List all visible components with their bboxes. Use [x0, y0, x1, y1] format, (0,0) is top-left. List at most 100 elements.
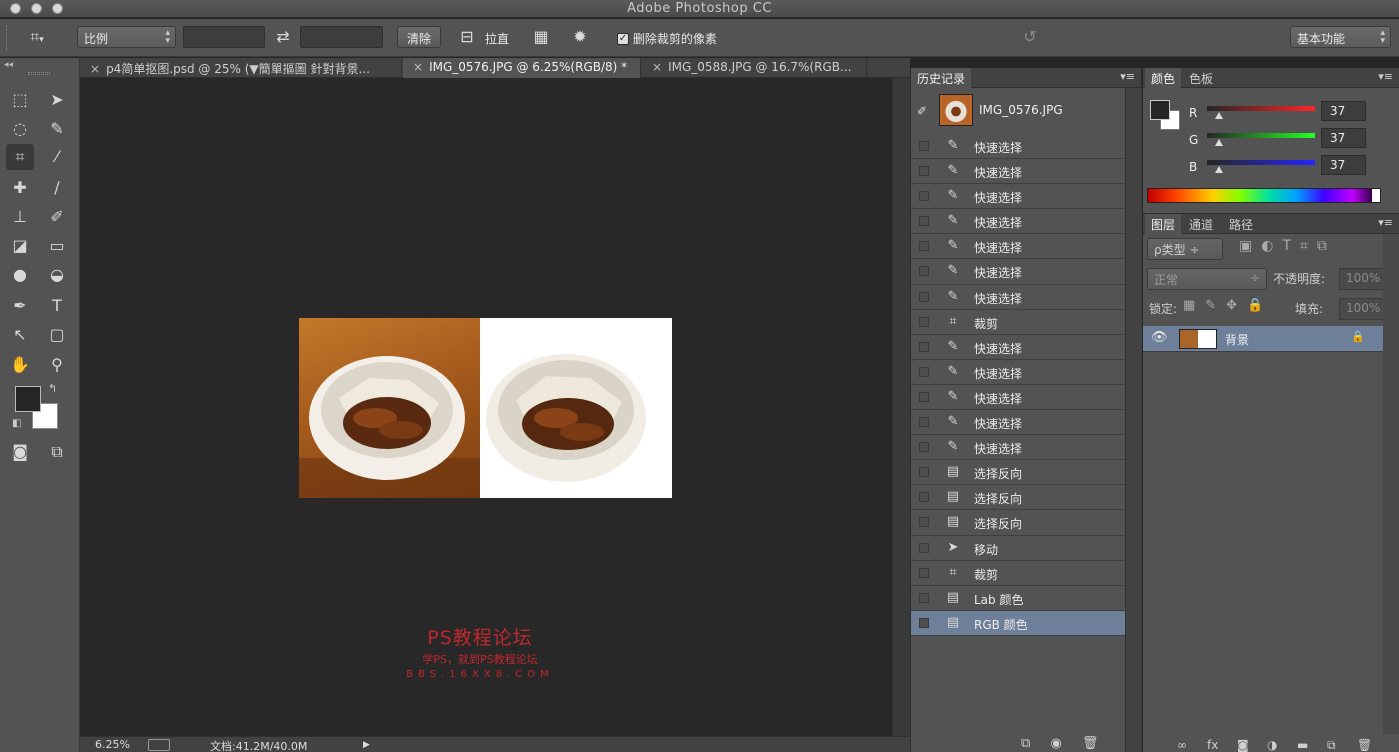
- tab-history[interactable]: 历史记录: [911, 68, 972, 88]
- new-document-from-state-icon[interactable]: ⧉: [1021, 736, 1030, 751]
- lasso-tool-icon[interactable]: ◌: [6, 116, 34, 142]
- overlay-grid-icon[interactable]: ▦: [528, 26, 554, 48]
- path-selection-tool-icon[interactable]: ↖: [6, 322, 34, 348]
- delete-state-trash-icon[interactable]: 🗑: [1082, 736, 1099, 751]
- history-source-checkbox[interactable]: [919, 617, 929, 628]
- color-panel-menu-icon[interactable]: ▾≡: [1378, 70, 1393, 83]
- history-state-row[interactable]: ✎ 快速选择: [911, 259, 1125, 285]
- share-icon[interactable]: [148, 739, 170, 751]
- quick-selection-tool-icon[interactable]: ✎: [43, 116, 71, 142]
- document-tab[interactable]: × p4简单抠图.psd @ 25% (▼簡單摳圖 針對背景...: [80, 58, 402, 78]
- history-state-row[interactable]: ✎ 快速选择: [911, 360, 1125, 385]
- layer-filter-select[interactable]: ρ类型 ÷: [1147, 238, 1223, 260]
- color-foreground-swatch[interactable]: [1150, 100, 1170, 120]
- green-value-input[interactable]: 37: [1321, 128, 1366, 148]
- blur-tool-icon[interactable]: ●: [6, 262, 34, 288]
- gradient-tool-icon[interactable]: ▭: [43, 233, 71, 259]
- history-source-checkbox[interactable]: [919, 291, 929, 302]
- visibility-eye-icon[interactable]: 👁: [1151, 330, 1168, 345]
- history-state-row[interactable]: ▤ 选择反向: [911, 485, 1125, 511]
- ratio-width-field[interactable]: [183, 26, 265, 48]
- tab-color[interactable]: 颜色: [1145, 68, 1182, 88]
- history-state-row[interactable]: ▤ RGB 颜色: [911, 610, 1125, 636]
- crop-tool-preset-icon[interactable]: ⌗▾: [22, 26, 52, 48]
- blue-slider-track[interactable]: [1207, 160, 1315, 165]
- new-layer-icon[interactable]: ⧉: [1327, 738, 1336, 752]
- history-brush-source-icon[interactable]: ✐: [917, 104, 927, 118]
- new-group-folder-icon[interactable]: ▬: [1297, 738, 1308, 752]
- close-tab-icon[interactable]: ×: [413, 60, 423, 74]
- blue-slider-knob[interactable]: [1215, 166, 1223, 173]
- toolbar-grip[interactable]: [28, 72, 50, 75]
- history-state-row[interactable]: ✎ 快速选择: [911, 385, 1125, 411]
- history-state-row[interactable]: ⌗ 裁剪: [911, 561, 1125, 586]
- blue-value-input[interactable]: 37: [1321, 155, 1366, 175]
- tab-paths[interactable]: 路径: [1223, 214, 1259, 234]
- eraser-tool-icon[interactable]: ◪: [6, 233, 34, 259]
- history-state-row[interactable]: ✎ 快速选择: [911, 335, 1125, 360]
- tab-layers[interactable]: 图层: [1145, 214, 1182, 234]
- document-tab-active[interactable]: × IMG_0576.JPG @ 6.25%(RGB/8) *: [403, 58, 641, 78]
- history-state-row[interactable]: ✎ 快速选择: [911, 285, 1125, 310]
- history-state-row[interactable]: ⌗ 裁剪: [911, 310, 1125, 335]
- green-slider-track[interactable]: [1207, 133, 1315, 138]
- history-state-row[interactable]: ✎ 快速选择: [911, 134, 1125, 160]
- history-source-checkbox[interactable]: [919, 216, 929, 227]
- history-source-checkbox[interactable]: [919, 141, 929, 151]
- history-panel-menu-icon[interactable]: ▾≡: [1120, 70, 1135, 83]
- history-state-row[interactable]: ▤ 选择反向: [911, 460, 1125, 486]
- history-source-checkbox[interactable]: [919, 316, 929, 327]
- blue-slider[interactable]: B 37: [1189, 155, 1399, 182]
- history-snapshot[interactable]: ✐ IMG_0576.JPG: [911, 90, 1125, 132]
- zoom-tool-icon[interactable]: ⚲: [43, 352, 71, 378]
- crop-tool-icon[interactable]: ⌗: [6, 144, 34, 170]
- tab-channels[interactable]: 通道: [1183, 214, 1219, 234]
- new-snapshot-camera-icon[interactable]: ◉: [1050, 736, 1061, 751]
- green-slider[interactable]: G 37: [1189, 128, 1399, 155]
- history-source-checkbox[interactable]: [919, 542, 929, 553]
- history-source-checkbox[interactable]: [919, 517, 929, 528]
- history-source-checkbox[interactable]: [919, 391, 929, 402]
- history-source-checkbox[interactable]: [919, 492, 929, 503]
- history-state-row[interactable]: ➤ 移动: [911, 536, 1125, 561]
- add-mask-icon[interactable]: ◙: [1237, 738, 1249, 752]
- history-source-checkbox[interactable]: [919, 567, 929, 578]
- delete-cropped-checkbox[interactable]: ✓: [617, 32, 629, 45]
- canvas-scrollbar[interactable]: [892, 78, 910, 736]
- close-tab-icon[interactable]: ×: [652, 60, 662, 74]
- history-state-row[interactable]: ✎ 快速选择: [911, 159, 1125, 185]
- tab-swatches[interactable]: 色板: [1183, 68, 1219, 88]
- history-source-checkbox[interactable]: [919, 417, 929, 428]
- screen-mode-icon[interactable]: ⧉: [43, 439, 71, 465]
- layer-style-fx-icon[interactable]: fx: [1207, 738, 1218, 752]
- crop-settings-gear-icon[interactable]: ✹: [566, 26, 594, 48]
- history-source-checkbox[interactable]: [919, 592, 929, 603]
- delete-layer-trash-icon[interactable]: 🗑: [1357, 738, 1372, 752]
- history-source-checkbox[interactable]: [919, 366, 929, 377]
- history-brush-tool-icon[interactable]: ✐: [43, 204, 71, 230]
- straighten-icon[interactable]: ⊟: [453, 26, 481, 48]
- red-value-input[interactable]: 37: [1321, 101, 1366, 121]
- red-slider-knob[interactable]: [1215, 112, 1223, 119]
- history-state-row[interactable]: ✎ 快速选择: [911, 209, 1125, 235]
- red-slider[interactable]: R 37: [1189, 101, 1399, 128]
- type-tool-icon[interactable]: T: [43, 293, 71, 319]
- eyedropper-tool-icon[interactable]: ⁄: [43, 144, 71, 170]
- color-spectrum-bar[interactable]: [1147, 188, 1381, 203]
- lock-options-icons[interactable]: ▦✎✥🔒: [1183, 298, 1273, 320]
- history-state-row[interactable]: ▤ Lab 颜色: [911, 586, 1125, 611]
- layer-row-background[interactable]: 👁 背景 🔒: [1143, 326, 1383, 352]
- reset-icon[interactable]: ↺: [1016, 26, 1044, 48]
- brush-tool-icon[interactable]: ∕: [43, 175, 71, 201]
- layers-panel-menu-icon[interactable]: ▾≡: [1378, 216, 1393, 229]
- quick-mask-icon[interactable]: ◙: [6, 439, 34, 465]
- zoom-level[interactable]: 6.25%: [95, 738, 130, 751]
- history-state-row[interactable]: ✎ 快速选择: [911, 435, 1125, 461]
- green-slider-knob[interactable]: [1215, 139, 1223, 146]
- history-source-checkbox[interactable]: [919, 341, 929, 352]
- history-state-row[interactable]: ▤ 选择反向: [911, 510, 1125, 536]
- blend-mode-select[interactable]: 正常 ÷: [1147, 268, 1267, 290]
- ratio-select[interactable]: 比例 ▴ ▾: [77, 26, 176, 48]
- layer-name[interactable]: 背景: [1225, 331, 1249, 348]
- history-source-checkbox[interactable]: [919, 241, 929, 252]
